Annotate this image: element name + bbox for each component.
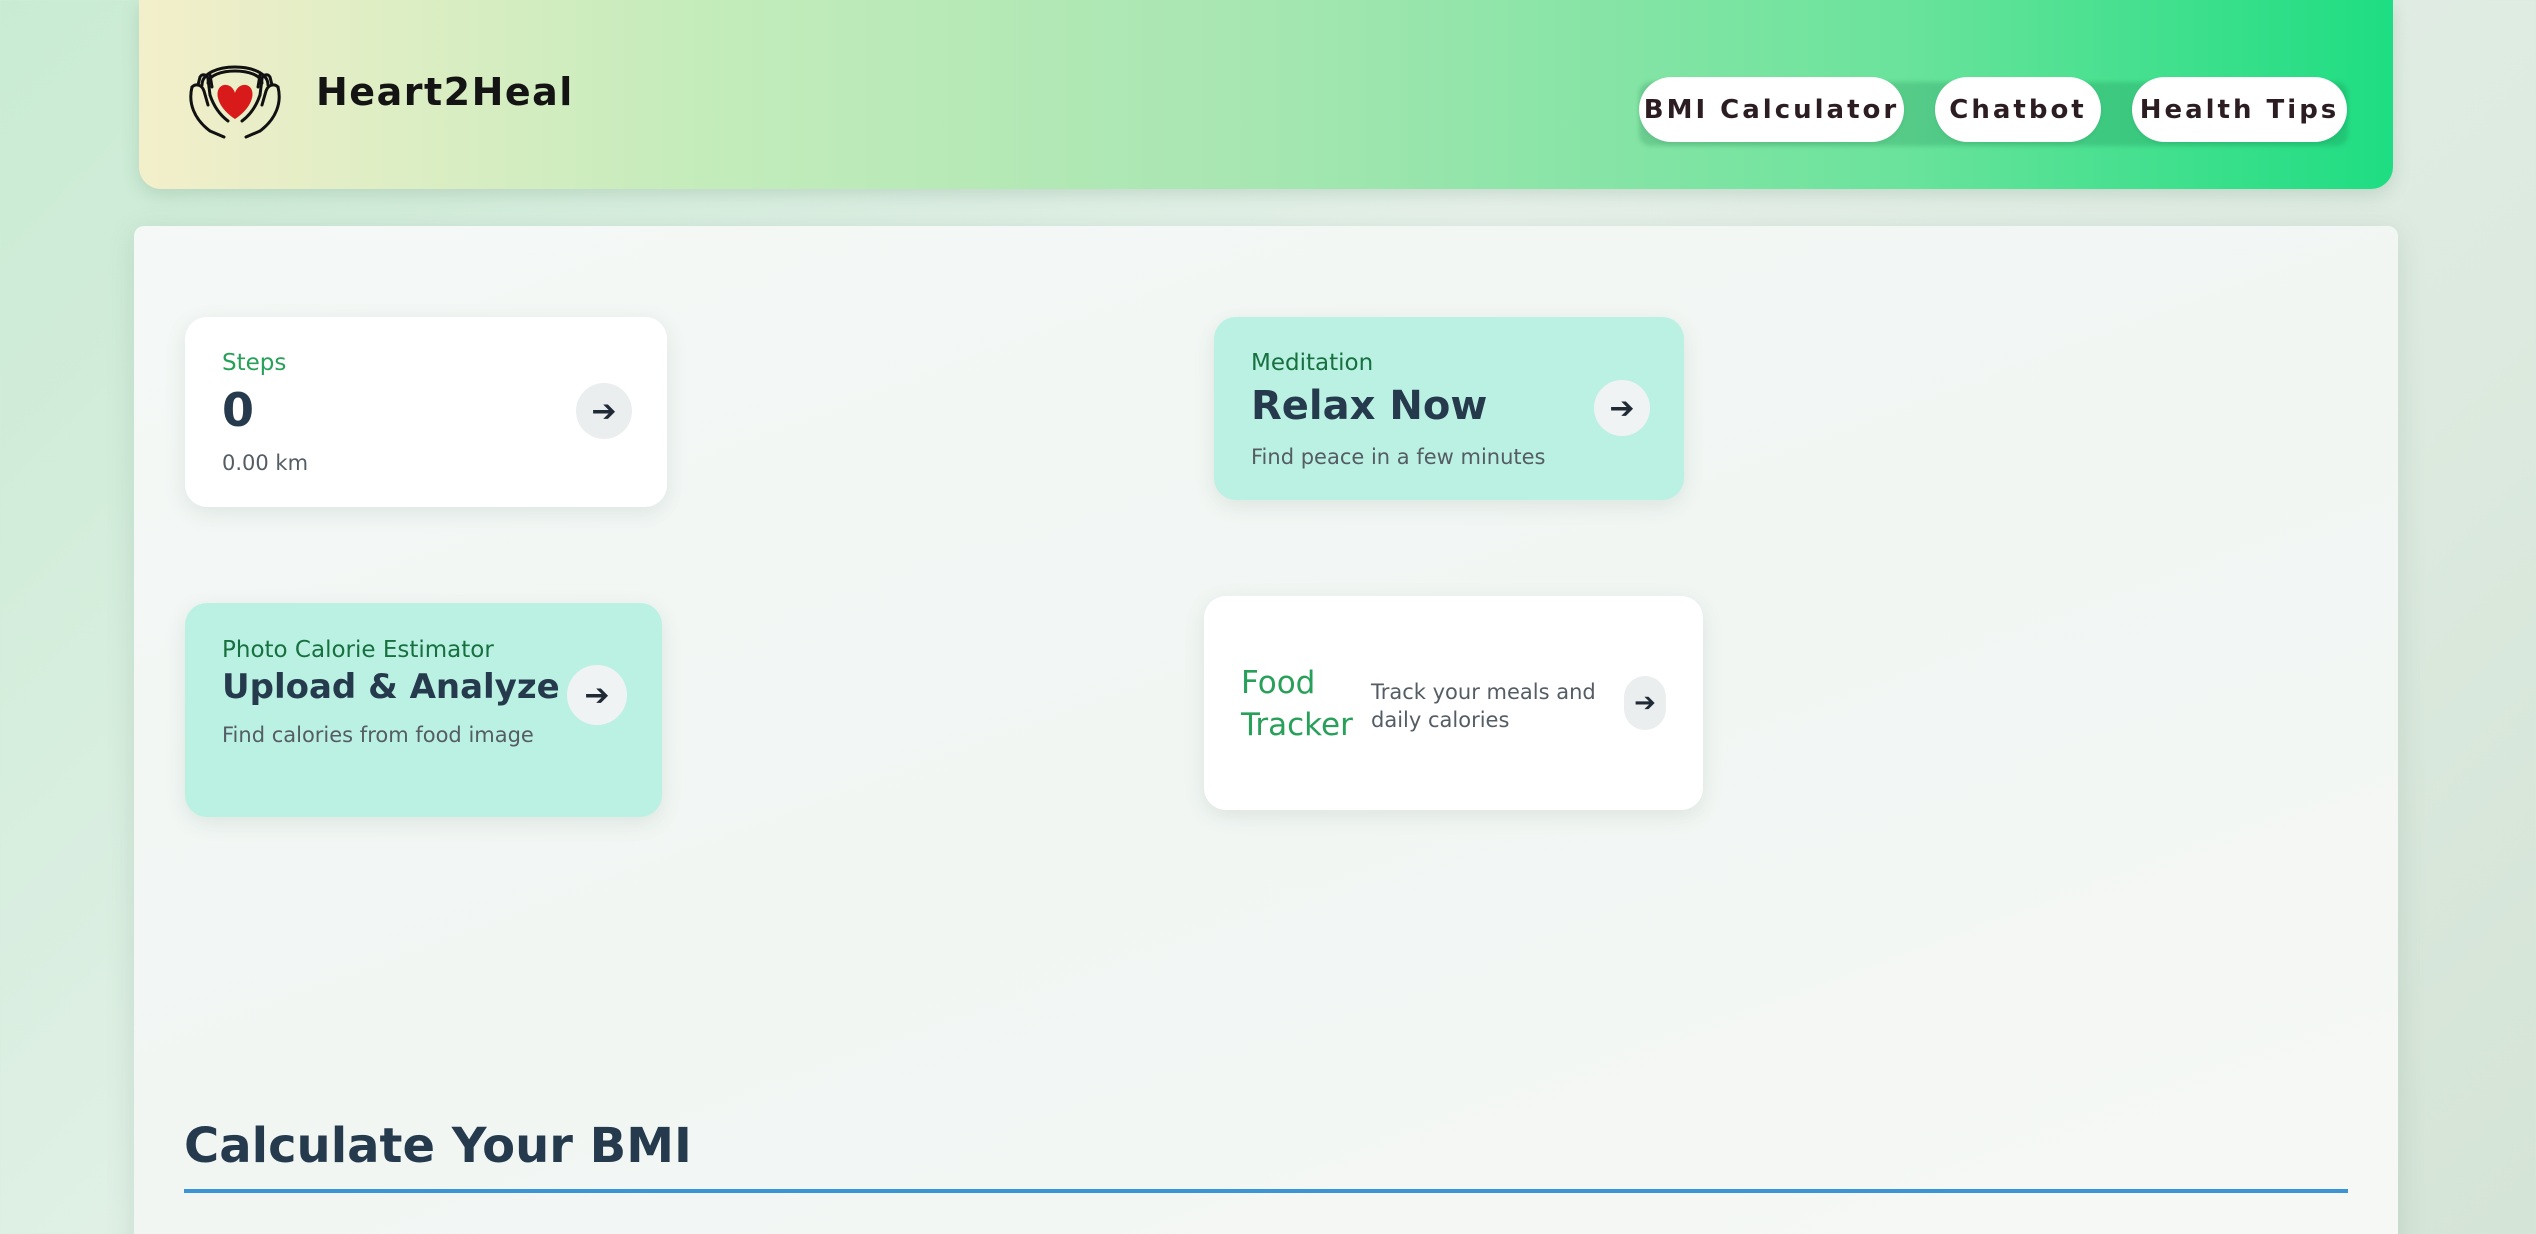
top-header: Heart2Heal BMI Calculator Chatbot Health…: [139, 0, 2393, 189]
meditation-title: Relax Now: [1251, 383, 1488, 429]
bmi-section-title: Calculate Your BMI: [184, 1118, 692, 1174]
food-tracker-title: Food Tracker: [1241, 665, 1353, 743]
steps-label: Steps: [222, 350, 287, 376]
food-tracker-arrow-button[interactable]: ➔: [1624, 676, 1666, 730]
brand-name[interactable]: Heart2Heal: [316, 70, 574, 114]
steps-count: 0: [222, 383, 255, 437]
photo-calorie-card[interactable]: Photo Calorie Estimator Upload & Analyze…: [185, 603, 662, 817]
steps-arrow-button[interactable]: ➔: [576, 383, 632, 439]
nav-bmi-calculator-button[interactable]: BMI Calculator: [1639, 77, 1904, 142]
meditation-card[interactable]: Meditation Relax Now Find peace in a few…: [1214, 317, 1684, 500]
photo-calorie-subtitle: Find calories from food image: [222, 723, 534, 747]
steps-distance: 0.00 km: [222, 451, 309, 475]
photo-calorie-arrow-button[interactable]: ➔: [567, 665, 627, 725]
meditation-subtitle: Find peace in a few minutes: [1251, 445, 1546, 469]
meditation-arrow-button[interactable]: ➔: [1594, 380, 1650, 436]
photo-calorie-title: Upload & Analyze: [222, 667, 560, 707]
food-tracker-card[interactable]: Food Tracker Track your meals and daily …: [1204, 596, 1703, 810]
steps-card[interactable]: Steps 0 0.00 km ➔: [185, 317, 667, 507]
photo-calorie-label: Photo Calorie Estimator: [222, 637, 494, 663]
meditation-label: Meditation: [1251, 350, 1374, 376]
nav-health-tips-button[interactable]: Health Tips: [2132, 77, 2347, 142]
food-tracker-subtitle: Track your meals and daily calories: [1371, 680, 1596, 732]
heart-in-hands-icon[interactable]: [184, 47, 286, 139]
nav-chatbot-button[interactable]: Chatbot: [1935, 77, 2101, 142]
main-panel: Steps 0 0.00 km ➔ Meditation Relax Now F…: [134, 226, 2398, 1234]
bmi-section-divider: [184, 1189, 2348, 1193]
